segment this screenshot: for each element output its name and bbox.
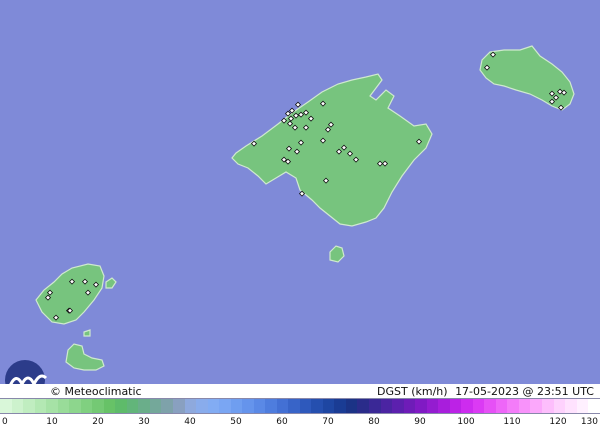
legend-swatch xyxy=(495,399,508,413)
legend-swatch xyxy=(265,399,277,413)
legend-swatch xyxy=(553,399,566,413)
legend-swatch xyxy=(172,399,185,413)
legend-tick-label: 40 xyxy=(184,417,196,427)
legend-tick-label: 120 xyxy=(549,417,567,427)
legend-tick-label: 90 xyxy=(414,417,426,427)
legend-swatch xyxy=(69,399,81,413)
map-meta: DGST (km/h) 17-05-2023 @ 23:51 UTC xyxy=(373,385,594,398)
legend-swatch xyxy=(484,399,496,413)
legend-tick-label: 50 xyxy=(230,417,242,427)
legend-tick-label: 60 xyxy=(276,417,288,427)
legend-swatch xyxy=(461,399,473,413)
legend-swatch xyxy=(115,399,127,413)
legend-tick-label: 80 xyxy=(368,417,380,427)
legend-tick-label: 70 xyxy=(322,417,334,427)
legend-tick-label: 30 xyxy=(138,417,150,427)
legend-swatch xyxy=(0,399,12,413)
legend-swatch xyxy=(149,399,162,413)
legend-swatch xyxy=(299,399,312,413)
legend-swatch xyxy=(576,399,589,413)
map-area xyxy=(0,0,600,435)
legend-swatch xyxy=(276,399,289,413)
legend-swatch xyxy=(11,399,24,413)
legend-swatch xyxy=(288,399,300,413)
legend-swatch xyxy=(449,399,462,413)
variable-label: DGST (km/h) xyxy=(377,385,448,398)
legend-swatch xyxy=(34,399,47,413)
legend-swatch xyxy=(438,399,450,413)
legend-swatch xyxy=(46,399,58,413)
legend-swatch xyxy=(403,399,416,413)
legend-swatch xyxy=(392,399,404,413)
legend-swatch xyxy=(518,399,531,413)
datetime-label: 17-05-2023 @ 23:51 UTC xyxy=(455,385,594,398)
legend-tick-label: 130 xyxy=(580,417,598,427)
legend-swatch xyxy=(184,399,197,413)
legend-swatch xyxy=(92,399,104,413)
legend-swatch xyxy=(196,399,208,413)
legend-swatch xyxy=(80,399,93,413)
legend-swatch xyxy=(530,399,542,413)
legend-swatch xyxy=(507,399,519,413)
legend-swatch xyxy=(588,399,600,413)
legend-swatch xyxy=(357,399,369,413)
legend-tick-label: 100 xyxy=(457,417,475,427)
legend-swatch xyxy=(103,399,116,413)
legend-swatch xyxy=(57,399,70,413)
map-canvas xyxy=(0,0,600,400)
legend-swatch xyxy=(541,399,554,413)
legend-swatch xyxy=(253,399,266,413)
credit-label: © Meteoclimatic xyxy=(50,385,142,398)
legend-swatch xyxy=(472,399,485,413)
legend-tick-label: 110 xyxy=(503,417,521,427)
legend-swatch xyxy=(230,399,243,413)
legend-tick-label: 20 xyxy=(92,417,104,427)
legend-swatch xyxy=(311,399,323,413)
legend-swatch xyxy=(219,399,231,413)
legend-tick-label: 0 xyxy=(2,417,8,427)
legend-swatch xyxy=(345,399,358,413)
legend-swatch xyxy=(242,399,254,413)
legend-swatch xyxy=(23,399,35,413)
legend-swatch xyxy=(380,399,393,413)
legend-swatch xyxy=(334,399,346,413)
legend-tick-label: 10 xyxy=(46,417,58,427)
legend-swatch xyxy=(138,399,150,413)
legend-swatch xyxy=(415,399,427,413)
legend-swatch xyxy=(565,399,577,413)
legend-color-scale xyxy=(0,398,600,414)
legend-swatch xyxy=(322,399,335,413)
legend-swatch xyxy=(126,399,139,413)
legend-swatch xyxy=(161,399,173,413)
legend-swatch xyxy=(207,399,220,413)
legend-ticks: 0 10 20 30 40 50 60 70 80 90 100 110 120 130 xyxy=(0,414,600,432)
legend-swatch xyxy=(426,399,439,413)
legend-swatch xyxy=(369,399,381,413)
